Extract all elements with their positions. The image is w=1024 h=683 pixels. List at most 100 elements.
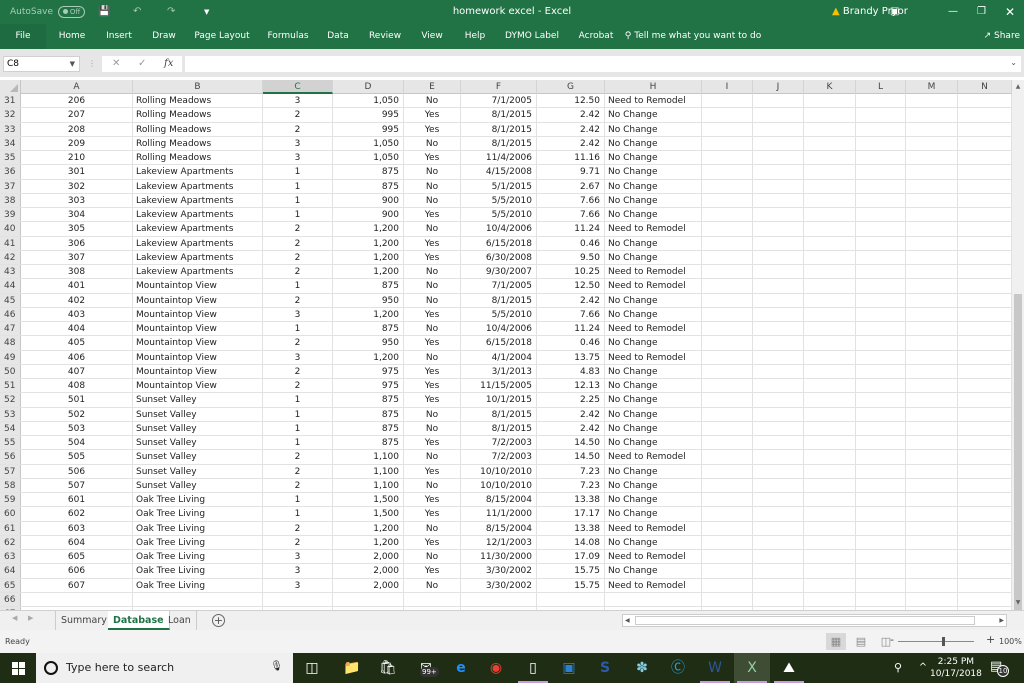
cell-n[interactable] bbox=[958, 535, 1012, 549]
cell-d[interactable]: 875 bbox=[333, 322, 404, 336]
row-header[interactable]: 48 bbox=[0, 336, 21, 350]
cell-j[interactable] bbox=[753, 521, 804, 535]
cell-d[interactable]: 1,200 bbox=[333, 521, 404, 535]
cell-m[interactable] bbox=[906, 94, 958, 108]
cell-f[interactable]: 8/1/2015 bbox=[461, 293, 537, 307]
cell-k[interactable] bbox=[804, 564, 856, 578]
cell-f[interactable]: 3/30/2002 bbox=[461, 564, 537, 578]
cell-m[interactable] bbox=[906, 208, 958, 222]
system-clock[interactable]: 2:25 PM 10/17/2018 bbox=[930, 656, 982, 680]
cell-k[interactable] bbox=[804, 322, 856, 336]
cell-m[interactable] bbox=[906, 507, 958, 521]
cell-k[interactable] bbox=[804, 108, 856, 122]
cell-e[interactable]: No bbox=[404, 193, 461, 207]
row-header[interactable]: 51 bbox=[0, 379, 21, 393]
cell-e[interactable]: No bbox=[404, 550, 461, 564]
cell-a[interactable]: 501 bbox=[21, 393, 133, 407]
cell-l[interactable] bbox=[856, 578, 906, 592]
cell-m[interactable] bbox=[906, 279, 958, 293]
column-header-j[interactable]: J bbox=[753, 80, 804, 94]
row-header[interactable]: 45 bbox=[0, 293, 21, 307]
cell-i[interactable] bbox=[702, 336, 753, 350]
column-header-g[interactable]: G bbox=[537, 80, 605, 94]
cell-g[interactable]: 9.71 bbox=[537, 165, 605, 179]
cell-m[interactable] bbox=[906, 307, 958, 321]
cell-g[interactable]: 2.25 bbox=[537, 393, 605, 407]
cell-c[interactable]: 3 bbox=[263, 151, 333, 165]
cell-f[interactable]: 4/1/2004 bbox=[461, 350, 537, 364]
cell-h[interactable]: No Change bbox=[605, 307, 702, 321]
cell-i[interactable] bbox=[702, 521, 753, 535]
cell-j[interactable] bbox=[753, 179, 804, 193]
cell-f[interactable]: 12/1/2003 bbox=[461, 535, 537, 549]
row-header[interactable]: 64 bbox=[0, 564, 21, 578]
sheet-tab-loan[interactable]: Loan bbox=[163, 611, 197, 630]
cell-g[interactable]: 7.23 bbox=[537, 464, 605, 478]
cell-n[interactable] bbox=[958, 592, 1012, 606]
cell-e[interactable]: Yes bbox=[404, 493, 461, 507]
cell-k[interactable] bbox=[804, 265, 856, 279]
cell-e[interactable]: Yes bbox=[404, 436, 461, 450]
tab-acrobat[interactable]: Acrobat bbox=[579, 24, 614, 49]
cell-c[interactable]: 1 bbox=[263, 393, 333, 407]
zoom-slider-knob[interactable] bbox=[942, 637, 945, 646]
cell-n[interactable] bbox=[958, 151, 1012, 165]
chevron-down-icon[interactable]: ▼ bbox=[70, 57, 75, 71]
tab-formulas[interactable]: Formulas bbox=[267, 24, 308, 49]
cell-h[interactable]: Need to Remodel bbox=[605, 322, 702, 336]
cell-n[interactable] bbox=[958, 407, 1012, 421]
cell-d[interactable]: 875 bbox=[333, 407, 404, 421]
cell-i[interactable] bbox=[702, 564, 753, 578]
snagit-icon[interactable]: S bbox=[587, 653, 623, 683]
cell-n[interactable] bbox=[958, 293, 1012, 307]
cell-k[interactable] bbox=[804, 307, 856, 321]
scroll-thumb[interactable] bbox=[1014, 294, 1022, 614]
cell-e[interactable]: No bbox=[404, 222, 461, 236]
cell-m[interactable] bbox=[906, 336, 958, 350]
cell-g[interactable]: 2.67 bbox=[537, 179, 605, 193]
column-header-d[interactable]: D bbox=[333, 80, 404, 94]
cell-f[interactable]: 10/10/2010 bbox=[461, 478, 537, 492]
cell-f[interactable]: 11/30/2000 bbox=[461, 550, 537, 564]
cell-k[interactable] bbox=[804, 507, 856, 521]
cell-e[interactable]: No bbox=[404, 165, 461, 179]
cell-g[interactable]: 14.50 bbox=[537, 436, 605, 450]
cell-h[interactable]: No Change bbox=[605, 165, 702, 179]
cell-d[interactable]: 875 bbox=[333, 165, 404, 179]
cell-i[interactable] bbox=[702, 151, 753, 165]
cell-m[interactable] bbox=[906, 165, 958, 179]
cell-j[interactable] bbox=[753, 493, 804, 507]
cell-c[interactable]: 1 bbox=[263, 165, 333, 179]
cell-h[interactable]: No Change bbox=[605, 564, 702, 578]
cell-c[interactable]: 2 bbox=[263, 236, 333, 250]
cell-b[interactable]: Mountaintop View bbox=[133, 379, 263, 393]
word-icon[interactable]: W bbox=[697, 653, 733, 683]
cell-h[interactable]: No Change bbox=[605, 478, 702, 492]
cell-g[interactable] bbox=[537, 592, 605, 606]
tab-draw[interactable]: Draw bbox=[152, 24, 176, 49]
cell-l[interactable] bbox=[856, 236, 906, 250]
cell-f[interactable]: 4/15/2008 bbox=[461, 165, 537, 179]
cell-l[interactable] bbox=[856, 436, 906, 450]
cell-j[interactable] bbox=[753, 108, 804, 122]
cell-f[interactable]: 10/1/2015 bbox=[461, 393, 537, 407]
cell-d[interactable]: 1,100 bbox=[333, 464, 404, 478]
cell-n[interactable] bbox=[958, 550, 1012, 564]
cell-f[interactable]: 5/5/2010 bbox=[461, 193, 537, 207]
cell-a[interactable]: 402 bbox=[21, 293, 133, 307]
cell-k[interactable] bbox=[804, 336, 856, 350]
row-header[interactable]: 58 bbox=[0, 478, 21, 492]
cell-i[interactable] bbox=[702, 393, 753, 407]
cell-k[interactable] bbox=[804, 250, 856, 264]
row-header[interactable]: 31 bbox=[0, 94, 21, 108]
cell-l[interactable] bbox=[856, 421, 906, 435]
cell-d[interactable]: 1,200 bbox=[333, 307, 404, 321]
cell-f[interactable]: 7/1/2005 bbox=[461, 94, 537, 108]
cell-g[interactable]: 11.16 bbox=[537, 151, 605, 165]
cell-h[interactable]: Need to Remodel bbox=[605, 521, 702, 535]
row-header[interactable]: 43 bbox=[0, 265, 21, 279]
column-header-n[interactable]: N bbox=[958, 80, 1012, 94]
cell-i[interactable] bbox=[702, 379, 753, 393]
cell-i[interactable] bbox=[702, 550, 753, 564]
cell-b[interactable]: Oak Tree Living bbox=[133, 493, 263, 507]
